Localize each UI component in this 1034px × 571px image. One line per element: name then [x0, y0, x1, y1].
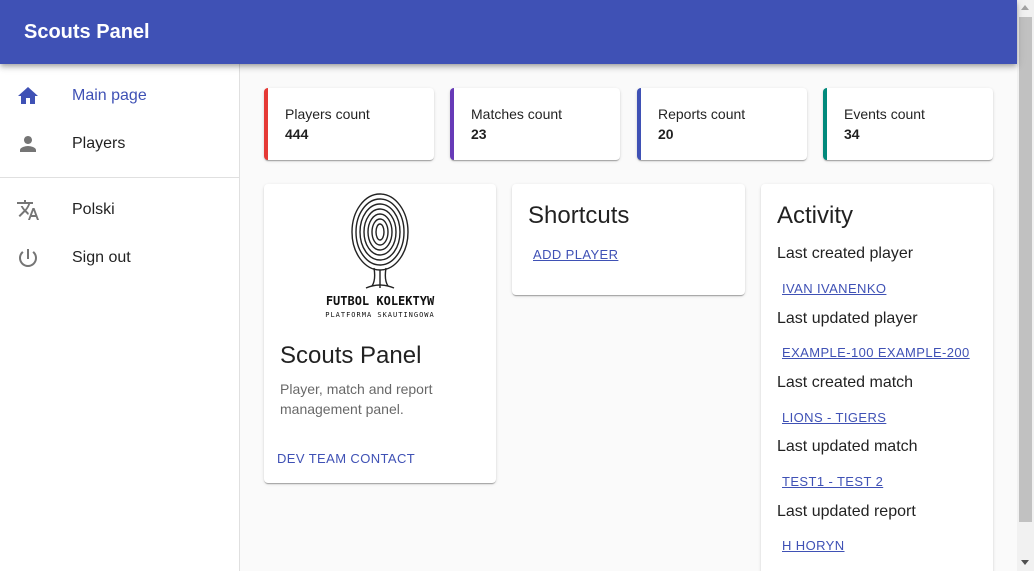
stat-label: Reports count — [658, 106, 746, 122]
stat-card-events: Events count 34 — [823, 88, 993, 160]
person-icon — [16, 132, 40, 156]
scrollbar-thumb[interactable] — [1019, 17, 1032, 522]
sidebar-item-label: Main page — [72, 87, 147, 104]
dev-team-contact-button[interactable]: DEV TEAM CONTACT — [277, 451, 415, 466]
app-bar: Scouts Panel — [0, 0, 1017, 64]
sidebar-item-language[interactable]: Polski — [0, 186, 239, 234]
stat-value: 23 — [471, 126, 487, 142]
stat-card-players: Players count 444 — [264, 88, 434, 160]
home-icon — [16, 84, 40, 108]
activity-label: Last updated match — [777, 438, 918, 455]
card-title: Scouts Panel — [280, 342, 422, 369]
stat-card-matches: Matches count 23 — [450, 88, 620, 160]
scroll-down-arrow-icon[interactable] — [1021, 560, 1029, 565]
card-title: Activity — [777, 202, 854, 229]
activity-link[interactable]: EXAMPLE-100 EXAMPLE-200 — [782, 345, 970, 360]
app-title: Scouts Panel — [24, 21, 150, 43]
stat-value: 20 — [658, 126, 674, 142]
add-player-link[interactable]: ADD PLAYER — [533, 247, 618, 262]
stat-label: Players count — [285, 106, 370, 122]
activity-link[interactable]: TEST1 - TEST 2 — [782, 474, 883, 489]
app-info-card: FUTBOL KOLEKTYW PLATFORMA SKAUTINGOWA Sc… — [264, 184, 496, 483]
activity-link[interactable]: LIONS - TIGERS — [782, 410, 886, 425]
power-icon — [16, 246, 40, 270]
sidebar-divider — [0, 177, 239, 178]
activity-label: Last created player — [777, 245, 914, 262]
scroll-up-arrow-icon[interactable] — [1021, 5, 1029, 10]
translate-icon — [16, 198, 40, 222]
logo-text: FUTBOL KOLEKTYW — [326, 294, 435, 308]
activity-link[interactable]: H HORYN — [782, 538, 845, 553]
stat-card-reports: Reports count 20 — [637, 88, 807, 160]
stat-label: Matches count — [471, 106, 563, 122]
fingerprint-logo-icon: FUTBOL KOLEKTYW PLATFORMA SKAUTINGOWA — [325, 193, 435, 319]
card-title: Shortcuts — [528, 202, 630, 229]
activity-link[interactable]: IVAN IVANENKO — [782, 281, 886, 296]
stat-value: 444 — [285, 126, 309, 142]
sidebar-item-label: Players — [72, 135, 126, 152]
stat-label: Events count — [844, 106, 925, 122]
activity-label: Last updated player — [777, 310, 918, 327]
shortcuts-card: Shortcuts ADD PLAYER — [512, 184, 745, 295]
card-description: Player, match and report management pane… — [280, 381, 433, 417]
activity-label: Last updated report — [777, 503, 916, 520]
stat-value: 34 — [844, 126, 860, 142]
sidebar-item-label: Polski — [72, 201, 115, 218]
sidebar-item-label: Sign out — [72, 249, 131, 266]
sidebar-item-sign-out[interactable]: Sign out — [0, 234, 239, 282]
sidebar: Main page Players Polski Sign out — [0, 64, 240, 571]
sidebar-item-main-page[interactable]: Main page — [0, 72, 239, 120]
logo-subtext: PLATFORMA SKAUTINGOWA — [325, 311, 435, 319]
sidebar-item-players[interactable]: Players — [0, 120, 239, 168]
activity-card: Activity Last created player IVAN IVANEN… — [761, 184, 993, 571]
activity-label: Last created match — [777, 374, 914, 391]
